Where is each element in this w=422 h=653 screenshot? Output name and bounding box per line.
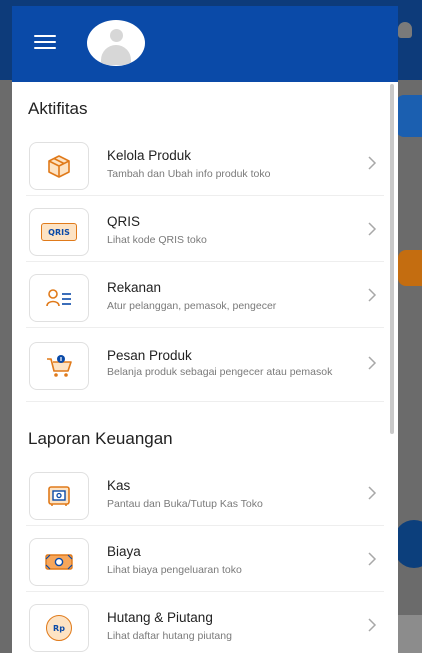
menu-item-subtitle: Tambah dan Ubah info produk toko	[107, 168, 271, 180]
chevron-right-icon	[368, 356, 377, 370]
menu-item-hutang-piutang[interactable]: Rp Hutang & Piutang Lihat daftar hutang …	[26, 598, 384, 653]
menu-item-subtitle: Belanja produk sebagai pengecer atau pem…	[107, 366, 333, 378]
menu-item-subtitle: Lihat kode QRIS toko	[107, 234, 207, 246]
menu-item-title: Hutang & Piutang	[107, 610, 213, 625]
menu-item-subtitle: Lihat daftar hutang piutang	[107, 630, 232, 642]
menu-item-qris[interactable]: QRIS QRIS Lihat kode QRIS toko	[26, 202, 384, 262]
qris-icon: QRIS	[29, 208, 89, 256]
menu-item-subtitle: Lihat biaya pengeluaran toko	[107, 564, 242, 576]
menu-item-kelola-produk[interactable]: Kelola Produk Tambah dan Ubah info produ…	[26, 136, 384, 196]
user-avatar[interactable]	[87, 20, 145, 66]
menu-item-biaya[interactable]: Biaya Lihat biaya pengeluaran toko	[26, 532, 384, 592]
chevron-right-icon	[368, 288, 377, 302]
rupiah-coin-icon: Rp	[29, 604, 89, 652]
menu-item-rekanan[interactable]: Rekanan Atur pelanggan, pemasok, pengece…	[26, 268, 384, 328]
chevron-right-icon	[368, 156, 377, 170]
rupiah-coin-label: Rp	[53, 623, 65, 633]
menu-item-title: Biaya	[107, 544, 141, 559]
contacts-icon	[29, 274, 89, 322]
section-title-aktifitas: Aktifitas	[28, 99, 88, 118]
menu-item-title: Rekanan	[107, 280, 162, 295]
background-bell-icon	[398, 22, 412, 38]
background-card	[396, 95, 422, 137]
menu-item-title: Kas	[107, 478, 131, 493]
avatar-head-shape	[110, 29, 123, 42]
drawer-header	[12, 6, 398, 82]
navigation-drawer: Aktifitas Kelola Produk Tambah dan Ubah …	[12, 6, 398, 653]
box-icon	[29, 142, 89, 190]
avatar-body-shape	[101, 45, 131, 65]
background-orange-button	[398, 250, 422, 286]
menu-item-pesan-produk[interactable]: Pesan Produk Belanja produk sebagai peng…	[26, 336, 384, 402]
drawer-scrollbar[interactable]	[390, 84, 394, 434]
section-title-laporan-keuangan: Laporan Keuangan	[28, 429, 173, 448]
banknote-icon	[29, 538, 89, 586]
menu-item-title: Pesan Produk	[107, 348, 192, 363]
menu-item-subtitle: Atur pelanggan, pemasok, pengecer	[107, 300, 277, 312]
menu-item-title: Kelola Produk	[107, 148, 192, 163]
hamburger-menu-icon[interactable]	[34, 35, 56, 51]
chevron-right-icon	[368, 222, 377, 236]
menu-item-title: QRIS	[107, 214, 141, 229]
background-panel	[396, 615, 422, 653]
cash-register-icon	[29, 472, 89, 520]
qris-icon-label: QRIS	[48, 227, 70, 237]
menu-item-kas[interactable]: Kas Pantau dan Buka/Tutup Kas Toko	[26, 466, 384, 526]
menu-item-subtitle: Pantau dan Buka/Tutup Kas Toko	[107, 498, 263, 510]
chevron-right-icon	[368, 618, 377, 632]
cart-icon	[29, 342, 89, 390]
chevron-right-icon	[368, 486, 377, 500]
background-fab-button	[394, 520, 422, 568]
chevron-right-icon	[368, 552, 377, 566]
